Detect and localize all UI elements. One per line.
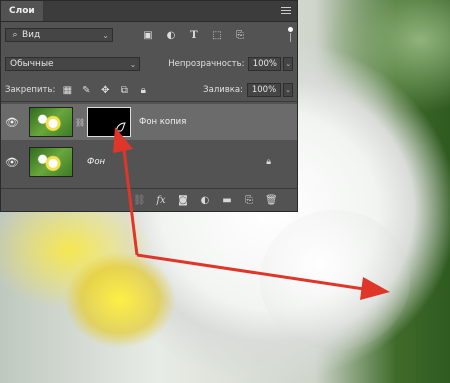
annotation-arrow bbox=[113, 127, 390, 300]
